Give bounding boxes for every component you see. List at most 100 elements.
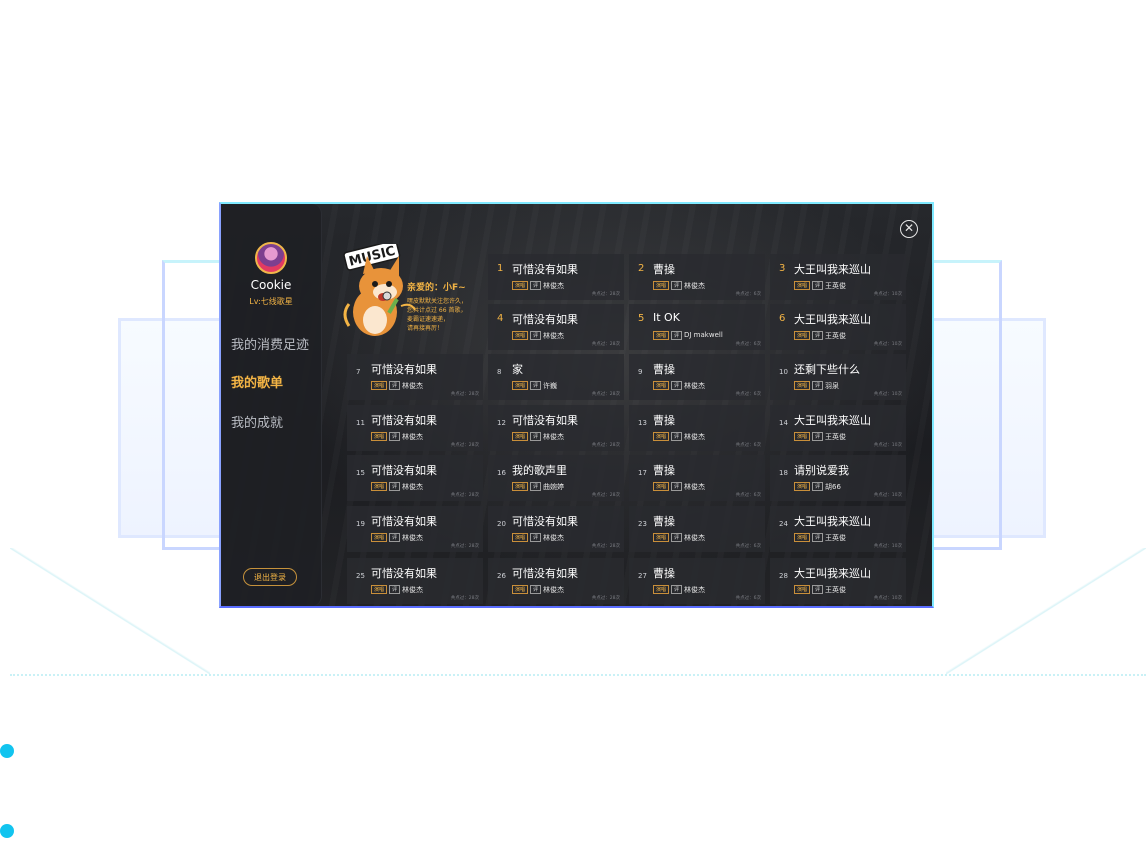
dotted-baseline bbox=[10, 674, 1146, 676]
song-card[interactable]: 7 可惜没有如果 演唱评林俊杰 共点过：28次 bbox=[347, 354, 483, 400]
play-count: 共点过：6次 bbox=[735, 342, 761, 347]
song-card[interactable]: 8 家演唱评许巍 共点过：28次 bbox=[488, 354, 624, 400]
song-card[interactable]: 13 曹操 演唱评林俊杰 共点过：6次 bbox=[629, 405, 765, 451]
song-card[interactable]: 12 可惜没有如果 演唱评林俊杰 共点过：28次 bbox=[488, 405, 624, 451]
song-artist: 曲婉婷 bbox=[543, 483, 564, 491]
play-count: 共点过：6次 bbox=[735, 292, 761, 297]
sing-tag: 演唱 bbox=[794, 585, 811, 594]
song-artist: 林俊杰 bbox=[543, 433, 564, 441]
comment-tag: 评 bbox=[389, 381, 401, 390]
song-artist: 林俊杰 bbox=[543, 332, 564, 340]
sing-tag: 演唱 bbox=[653, 585, 670, 594]
sing-tag: 演唱 bbox=[794, 432, 811, 441]
song-card[interactable]: 3 大王叫我来巡山 演唱评王英俊 共点过：10次 bbox=[770, 254, 906, 300]
logout-button[interactable]: 退出登录 bbox=[243, 568, 297, 586]
play-count: 共点过：10次 bbox=[873, 443, 902, 448]
song-artist: 林俊杰 bbox=[543, 282, 564, 290]
song-title: 曹操 bbox=[653, 363, 675, 376]
comment-tag: 评 bbox=[389, 482, 401, 491]
comment-tag: 评 bbox=[812, 482, 824, 491]
sing-tag: 演唱 bbox=[371, 533, 388, 542]
song-title: 曹操 bbox=[653, 464, 675, 477]
song-artist: 林俊杰 bbox=[543, 586, 564, 594]
song-title: 曹操 bbox=[653, 263, 675, 276]
song-title: 可惜没有如果 bbox=[512, 313, 578, 326]
comment-tag: 评 bbox=[530, 432, 542, 441]
song-artist: DJ makwell bbox=[684, 331, 723, 339]
play-count: 共点过：6次 bbox=[735, 392, 761, 397]
song-card[interactable]: 15 可惜没有如果 演唱评林俊杰 共点过：28次 bbox=[347, 455, 483, 501]
greeting-title: 亲爱的：小F~ bbox=[407, 283, 466, 293]
song-card[interactable]: 25 可惜没有如果 演唱评林俊杰 共点过：28次 bbox=[347, 558, 483, 604]
song-card[interactable]: 4 可惜没有如果 演唱评林俊杰 共点过：28次 bbox=[488, 304, 624, 350]
song-title: 大王叫我来巡山 bbox=[794, 414, 871, 427]
song-card[interactable]: 17 曹操 演唱评林俊杰 共点过：6次 bbox=[629, 455, 765, 501]
song-rank: 27 bbox=[638, 572, 647, 580]
play-count: 共点过：10次 bbox=[873, 342, 902, 347]
song-card[interactable]: 6 大王叫我来巡山 演唱评王英俊 共点过：10次 bbox=[770, 304, 906, 350]
play-count: 共点过：28次 bbox=[450, 544, 479, 549]
nav-item-consumption[interactable]: 我的消费足迹 bbox=[231, 334, 309, 353]
song-card[interactable]: 28 大王叫我来巡山 演唱评王英俊 共点过：10次 bbox=[770, 558, 906, 604]
song-artist: 羽泉 bbox=[825, 382, 839, 390]
song-card[interactable]: 14 大王叫我来巡山 演唱评王英俊 共点过：10次 bbox=[770, 405, 906, 451]
song-artist: 林俊杰 bbox=[402, 534, 423, 542]
bullet-dot bbox=[0, 824, 14, 838]
comment-tag: 评 bbox=[530, 482, 542, 491]
sing-tag: 演唱 bbox=[653, 281, 670, 290]
comment-tag: 评 bbox=[530, 281, 542, 290]
song-card[interactable]: 26 可惜没有如果 演唱评林俊杰 共点过：28次 bbox=[488, 558, 624, 604]
song-title: 曹操 bbox=[653, 414, 675, 427]
song-title: 可惜没有如果 bbox=[512, 263, 578, 276]
song-card[interactable]: 18 请别说爱我 演唱评胡66 共点过：10次 bbox=[770, 455, 906, 501]
song-rank: 10 bbox=[779, 368, 788, 376]
song-rank: 4 bbox=[497, 313, 504, 324]
song-title: 大王叫我来巡山 bbox=[794, 567, 871, 580]
song-card[interactable]: 5 It OK 演唱评 DJ makwell 共点过：6次 bbox=[629, 304, 765, 350]
song-artist: 林俊杰 bbox=[402, 586, 423, 594]
song-title: 大王叫我来巡山 bbox=[794, 313, 871, 326]
song-card[interactable]: 16 我的歌声里 演唱评曲婉婷 共点过：28次 bbox=[488, 455, 624, 501]
song-rank: 26 bbox=[497, 572, 506, 580]
song-card[interactable]: 23 曹操 演唱评林俊杰 共点过：6次 bbox=[629, 506, 765, 552]
song-rank: 15 bbox=[356, 469, 365, 477]
play-count: 共点过：6次 bbox=[735, 493, 761, 498]
song-card[interactable]: 2 曹操 演唱评林俊杰 共点过：6次 bbox=[629, 254, 765, 300]
nav-item-my-playlist[interactable]: 我的歌单 bbox=[231, 372, 283, 391]
play-count: 共点过：10次 bbox=[873, 596, 902, 601]
nav-item-achievements[interactable]: 我的成就 bbox=[231, 412, 283, 431]
bullet-dot bbox=[0, 744, 14, 758]
comment-tag: 评 bbox=[671, 381, 683, 390]
sing-tag: 演唱 bbox=[653, 482, 670, 491]
song-card[interactable]: 20 可惜没有如果 演唱评林俊杰 共点过：28次 bbox=[488, 506, 624, 552]
song-card[interactable]: 19 可惜没有如果 演唱评林俊杰 共点过：28次 bbox=[347, 506, 483, 552]
play-count: 共点过：28次 bbox=[591, 342, 620, 347]
song-card[interactable]: 11 可惜没有如果 演唱评林俊杰 共点过：28次 bbox=[347, 405, 483, 451]
song-rank: 8 bbox=[497, 368, 502, 376]
play-count: 共点过：6次 bbox=[735, 443, 761, 448]
comment-tag: 评 bbox=[530, 585, 542, 594]
song-title: 曹操 bbox=[653, 515, 675, 528]
comment-tag: 评 bbox=[389, 533, 401, 542]
song-artist: 林俊杰 bbox=[402, 483, 423, 491]
song-card[interactable]: 1 可惜没有如果 演唱评林俊杰 共点过：28次 bbox=[488, 254, 624, 300]
sing-tag: 演唱 bbox=[512, 381, 529, 390]
song-artist: 林俊杰 bbox=[402, 382, 423, 390]
song-card[interactable]: 24 大王叫我来巡山 演唱评王英俊 共点过：10次 bbox=[770, 506, 906, 552]
song-rank: 2 bbox=[638, 263, 645, 274]
song-rank: 24 bbox=[779, 520, 788, 528]
comment-tag: 评 bbox=[812, 381, 824, 390]
song-rank: 25 bbox=[356, 572, 365, 580]
greeting-line: 您共计点过 66 首歌， bbox=[407, 307, 467, 314]
sing-tag: 演唱 bbox=[512, 585, 529, 594]
song-card[interactable]: 10 还剩下些什么 演唱评羽泉 共点过：10次 bbox=[770, 354, 906, 400]
greeting-line: 麦霸证速速递， bbox=[407, 316, 450, 323]
song-artist: 林俊杰 bbox=[684, 483, 705, 491]
song-card[interactable]: 27 曹操 演唱评林俊杰 共点过：6次 bbox=[629, 558, 765, 604]
song-card[interactable]: 9 曹操 演唱评林俊杰 共点过：6次 bbox=[629, 354, 765, 400]
sing-tag: 演唱 bbox=[371, 482, 388, 491]
close-icon[interactable]: ✕ bbox=[900, 220, 918, 238]
song-rank: 1 bbox=[497, 263, 504, 274]
avatar[interactable] bbox=[255, 242, 287, 274]
sidebar: Cookie Lv:七线歌星 我的消费足迹 我的歌单 我的成就 退出登录 bbox=[221, 204, 322, 606]
